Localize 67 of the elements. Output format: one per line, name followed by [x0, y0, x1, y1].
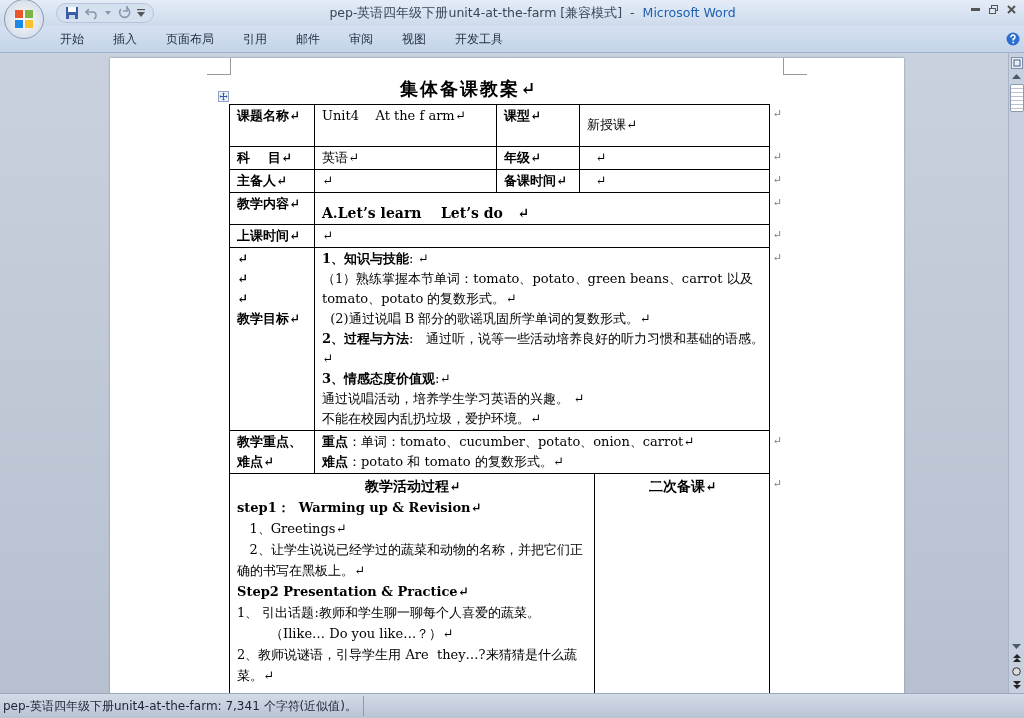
table-cell: 备课时间↵: [497, 170, 580, 193]
paragraph: 2、让学生说说已经学过的蔬菜和动物的名称，并把它们正确的书写在黑板上。↵: [237, 541, 584, 580]
table-cell: 教学内容↵: [229, 193, 315, 225]
table-cell: ↵: [580, 147, 770, 170]
table-cell: 年级↵: [497, 147, 580, 170]
table-cell: 1、知识与技能: ↵ （1）熟练掌握本节单词：tomato、potato、green beans、carrot 以及 tomato、potato 的复数形式。↵ (2)通过说唱 B 部分的歌谣巩固所学单词的复数形式。↵ 2、过程与方法: 通过听，说等一些活动培养良好的听力习惯和基础的语感。↵ 3、情感态度价值观:↵ 通过说唱活动，培养学生学习英语的兴趣。 ↵ 不能在校园内乱扔垃圾，爱护环境。↵: [315, 248, 770, 431]
ribbon-tab[interactable]: 页面布局: [166, 30, 214, 48]
document-heading: 集体备课教案↵: [399, 77, 539, 101]
row-end-mark: ↵: [772, 195, 784, 211]
save-icon[interactable]: [65, 6, 79, 20]
restore-icon[interactable]: [989, 5, 998, 14]
table-cell: 课题名称↵: [229, 104, 315, 147]
row-end-mark: ↵: [772, 149, 784, 165]
ribbon-tab[interactable]: 邮件: [296, 30, 320, 48]
scrollbar-thumb[interactable]: [1009, 84, 1024, 112]
help-icon[interactable]: [1006, 32, 1020, 46]
row-end-mark: ↵: [772, 476, 784, 492]
table-cell: 英语↵: [315, 147, 497, 170]
scroll-down-icon[interactable]: [1012, 644, 1021, 649]
office-logo-icon: [13, 8, 35, 30]
previous-page-icon[interactable]: [1012, 654, 1021, 662]
table-cell: 重点：单词：tomato、cucumber、potato、onion、carrot↵ 难点：potato 和 tomato 的复数形式。↵: [315, 431, 770, 474]
paragraph: Step2 Presentation & Practice↵: [237, 583, 470, 601]
crop-mark: [207, 58, 231, 75]
row-end-mark: ↵: [772, 433, 784, 449]
ribbon-tab[interactable]: 审阅: [349, 30, 373, 48]
paragraph: 2、教师说谜语，引导学生用 Are they…?来猜猜是什么蔬菜。↵: [237, 646, 578, 685]
status-text: pep-英语四年级下册unit4-at-the-farm: 7,341 个字符(近似值)。: [2, 698, 358, 714]
table-cell: ↵ ↵ ↵ 教学目标↵: [229, 248, 315, 431]
table-cell: 新授课↵: [580, 104, 770, 147]
row-end-mark: ↵: [772, 250, 784, 266]
scroll-up-icon[interactable]: [1012, 74, 1021, 79]
table-cell: 主备人↵: [229, 170, 315, 193]
next-page-icon[interactable]: [1012, 681, 1021, 689]
title-separator: -: [630, 4, 635, 20]
section-heading: 二次备课↵: [648, 477, 718, 496]
app-name: Microsoft Word: [642, 4, 736, 20]
table-cell: Unit4 At the f arm↵: [315, 104, 497, 147]
customize-toolbar-icon[interactable]: [137, 9, 145, 17]
window-title: pep-英语四年级下册unit4-at-the-farm [兼容模式]: [329, 4, 623, 20]
crop-mark: [783, 58, 807, 75]
browse-object-icon[interactable]: [1012, 667, 1021, 676]
paragraph: step1： Warming up & Revision↵: [237, 499, 483, 517]
row-end-mark: ↵: [772, 106, 784, 122]
ruler-toggle-icon[interactable]: [1010, 57, 1023, 69]
section-heading: 教学活动过程↵: [364, 477, 462, 496]
row-end-mark: ↵: [772, 227, 784, 243]
table-cell: 教学重点、难点↵: [229, 431, 315, 474]
vertical-scrollbar[interactable]: [1008, 53, 1024, 693]
table-cell: 上课时间↵: [229, 225, 315, 248]
table-cell: ↵: [580, 170, 770, 193]
paragraph: 1、Greetings↵: [248, 520, 348, 538]
table-cell: 课型↵: [497, 104, 580, 147]
table-cell: ↵: [315, 225, 770, 248]
table-move-handle-icon[interactable]: [218, 91, 229, 102]
table-cell: 科 目↵: [229, 147, 315, 170]
ribbon-tab[interactable]: 引用: [243, 30, 267, 48]
close-icon[interactable]: [1007, 5, 1016, 14]
ribbon-tab[interactable]: 开发工具: [455, 30, 503, 48]
row-end-mark: ↵: [772, 172, 784, 188]
ribbon-tab[interactable]: 插入: [113, 30, 137, 48]
table-cell: ↵: [315, 170, 497, 193]
paragraph: （Ilike… Do you like…？）↵: [269, 625, 455, 643]
ribbon-tab[interactable]: 开始: [60, 30, 84, 48]
table-cell: A.Let’s learn Let’s do ↵: [315, 193, 770, 225]
ribbon-tab[interactable]: 视图: [402, 30, 426, 48]
paragraph: 1、 引出话题:教师和学生聊一聊每个人喜爱的蔬菜。: [237, 604, 541, 622]
